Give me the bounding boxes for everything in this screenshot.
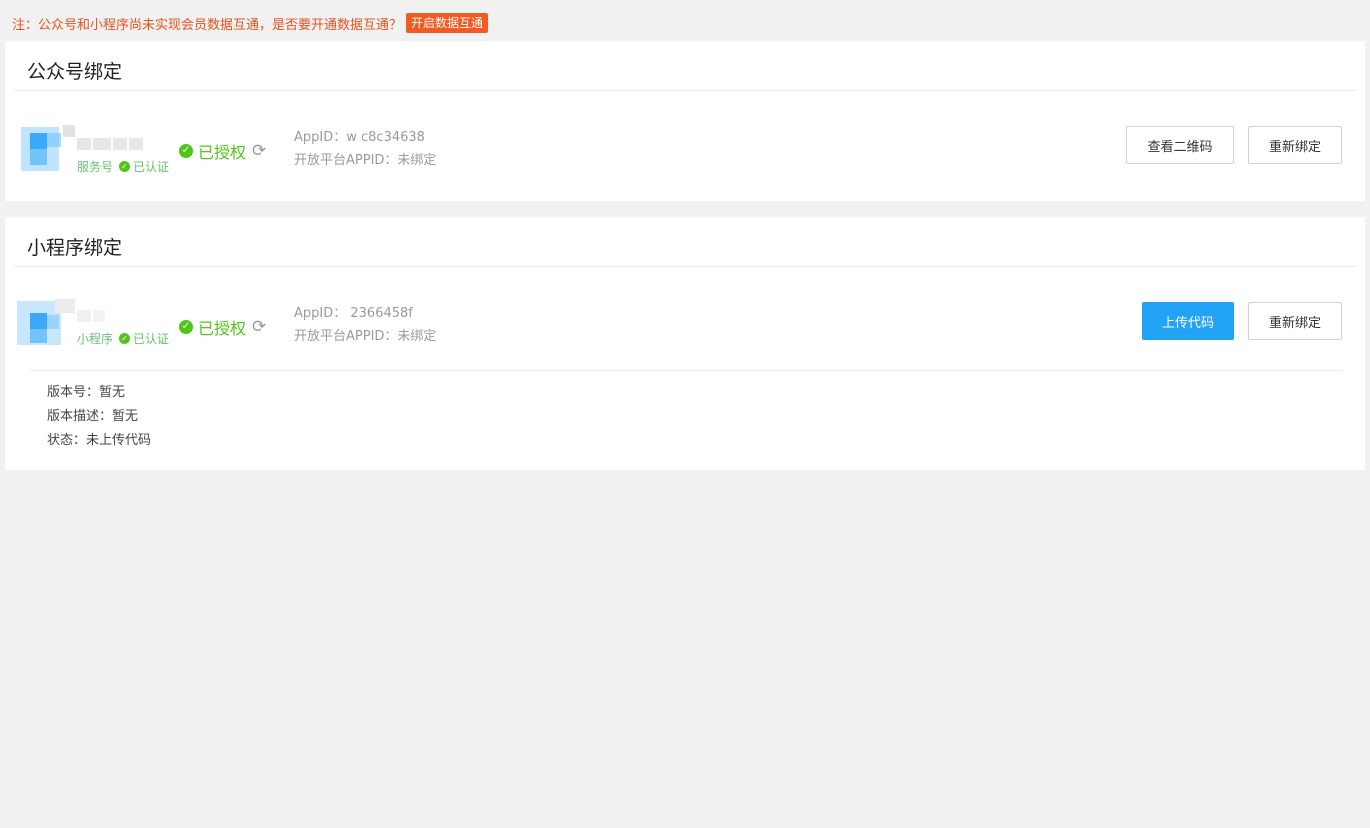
open-platform-row: 开放平台APPID：未绑定	[294, 153, 437, 168]
appid-row: AppID： 2366458f	[294, 306, 413, 321]
mini-program-info: 小程序 ✓ 已认证	[15, 297, 169, 347]
divider	[30, 370, 1342, 371]
appid-row: AppID：w c8c34638	[294, 130, 425, 145]
app-info: AppID： 2366458f 开放平台APPID：未绑定	[294, 302, 436, 348]
notice-text: 注：公众号和小程序尚未实现会员数据互通，是否要开通数据互通？	[12, 17, 403, 33]
refresh-icon[interactable]: ⟳	[252, 141, 266, 161]
version-description: 版本描述：暂无	[47, 409, 139, 424]
avatar	[15, 297, 75, 347]
check-circle-icon: ✓	[119, 333, 131, 344]
account-type-label: 小程序	[77, 332, 114, 346]
official-account-title: 公众号绑定	[27, 61, 123, 83]
refresh-icon[interactable]: ⟳	[252, 317, 266, 337]
enable-data-sync-button[interactable]: 开启数据互通	[406, 13, 489, 33]
avatar	[15, 125, 75, 175]
rebind-button[interactable]: 重新绑定	[1248, 302, 1342, 340]
account-type-label: 服务号	[77, 160, 114, 174]
account-name-blurred	[77, 138, 169, 150]
verified-badge: ✓ 已认证	[119, 158, 169, 175]
notice-bar: 注：公众号和小程序尚未实现会员数据互通，是否要开通数据互通？ 开启数据互通	[12, 12, 489, 34]
check-circle-icon: ✓	[119, 161, 131, 172]
divider	[14, 90, 1356, 91]
rebind-button[interactable]: 重新绑定	[1248, 126, 1342, 164]
version-number: 版本号：暂无	[47, 385, 126, 400]
official-account-card: 公众号绑定 服务号 ✓ 已认证 ✓ 已授权 ⟳ AppID：w c8c34638…	[5, 41, 1365, 201]
upload-status: 状态：未上传代码	[47, 433, 152, 448]
version-info: 版本号：暂无 版本描述：暂无 状态：未上传代码	[47, 381, 151, 453]
view-qrcode-button[interactable]: 查看二维码	[1126, 126, 1234, 164]
upload-code-button[interactable]: 上传代码	[1142, 302, 1234, 340]
open-platform-row: 开放平台APPID：未绑定	[294, 329, 437, 344]
verified-badge: ✓ 已认证	[119, 330, 169, 347]
account-name-blurred	[77, 310, 169, 322]
check-circle-icon: ✓	[179, 320, 193, 334]
app-info: AppID：w c8c34638 开放平台APPID：未绑定	[294, 126, 436, 172]
official-account-info: 服务号 ✓ 已认证	[15, 125, 169, 175]
mini-program-title: 小程序绑定	[27, 237, 123, 259]
check-circle-icon: ✓	[179, 144, 193, 158]
auth-status: ✓ 已授权 ⟳	[179, 139, 266, 163]
mini-program-card: 小程序绑定 小程序 ✓ 已认证 ✓ 已授权 ⟳ AppID： 2366458f …	[5, 217, 1365, 470]
divider	[14, 266, 1356, 267]
auth-status: ✓ 已授权 ⟳	[179, 315, 266, 339]
